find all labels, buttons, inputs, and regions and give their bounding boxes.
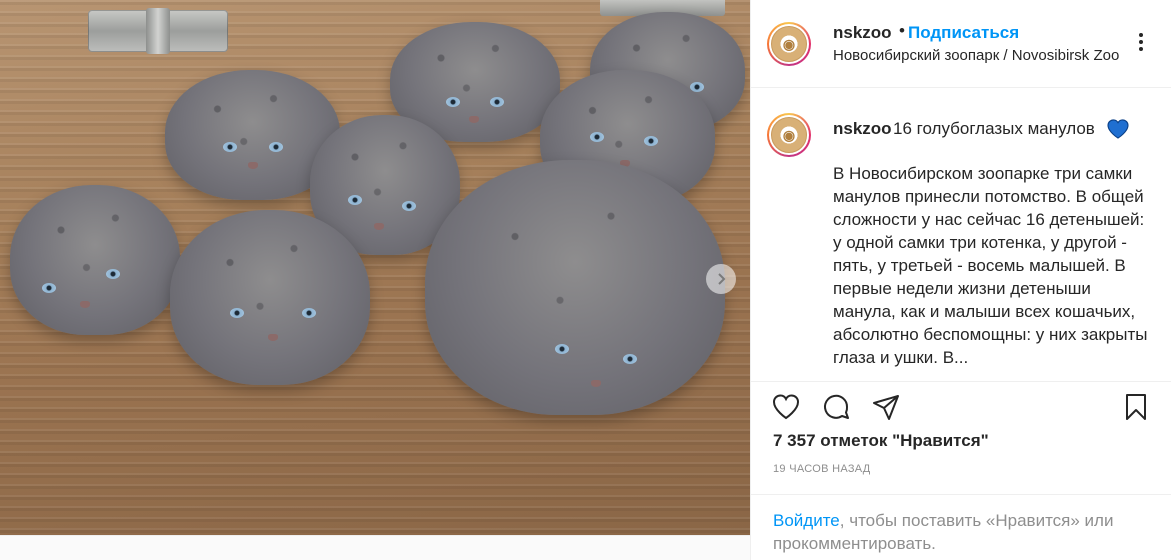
author-username[interactable]: nskzoo <box>833 23 892 43</box>
bookmark-icon[interactable] <box>1121 392 1151 422</box>
carousel-next-button[interactable] <box>706 264 736 294</box>
more-options-icon[interactable] <box>1129 30 1153 54</box>
kitten <box>170 210 370 385</box>
caption-text: В Новосибирском зоопарке три самки манул… <box>833 164 1148 367</box>
likes-count[interactable]: 7 357 отметок "Нравится" <box>773 431 989 451</box>
caption-title: 16 голубоглазых манулов <box>893 119 1095 138</box>
avatar[interactable]: ◉ <box>767 113 811 157</box>
share-icon[interactable] <box>871 392 901 422</box>
post-photo[interactable] <box>0 0 750 535</box>
caption-username[interactable]: nskzoo <box>833 119 892 139</box>
post-caption: ◉ nskzoo 16 голубоглазых манулов В Новос… <box>751 89 1171 381</box>
chevron-right-icon <box>718 273 726 285</box>
comment-icon[interactable] <box>821 392 851 422</box>
avatar[interactable]: ◉ <box>767 22 811 66</box>
heart-icon[interactable] <box>771 392 801 422</box>
zoo-logo-icon: ◉ <box>771 26 807 62</box>
blue-heart-icon <box>1107 119 1129 139</box>
zoo-logo-icon: ◉ <box>771 117 807 153</box>
kitten <box>10 185 180 335</box>
kitten <box>425 160 725 415</box>
login-prompt: Войдите, чтобы поставить «Нравится» или … <box>751 494 1171 560</box>
post-header: ◉ nskzoo • Подписаться Новосибирский зоо… <box>751 0 1171 88</box>
action-bar <box>751 381 1171 433</box>
post-sidebar: ◉ nskzoo • Подписаться Новосибирский зоо… <box>750 0 1171 560</box>
post-timestamp[interactable]: 19 ЧАСОВ НАЗАД <box>773 463 871 475</box>
login-prompt-text: Войдите, чтобы поставить «Нравится» или … <box>773 509 1153 555</box>
location-link[interactable]: Новосибирский зоопарк / Novosibirsk Zoo <box>833 47 1119 64</box>
follow-button[interactable]: Подписаться <box>908 23 1019 43</box>
door-hinge <box>88 8 228 54</box>
photo-footer-strip <box>0 535 750 560</box>
separator-dot: • <box>899 21 905 40</box>
login-link[interactable]: Войдите <box>773 511 840 530</box>
